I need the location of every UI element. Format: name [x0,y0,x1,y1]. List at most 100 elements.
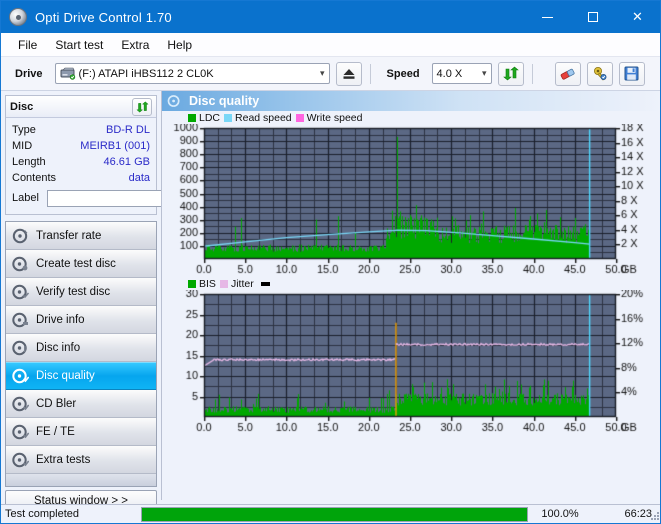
disc-key-length: Length [12,156,46,168]
content-header: Disc quality [162,91,660,111]
sidebar-item-disc-quality[interactable]: Disc quality [6,362,156,390]
sidebar-item-verify-test-disc[interactable]: Verify test disc [6,278,156,306]
sidebar-item-label: Transfer rate [36,229,102,242]
drive-value: (F:) ATAPI iHBS112 2 CL0K [78,67,214,80]
legend-label: Read speed [235,111,292,124]
bis-legend: BIS Jitter [162,277,660,290]
legend-ldc: LDC [188,112,220,124]
save-icon [624,66,639,81]
sidebar-item-cd-bler[interactable]: CD Bler [6,390,156,418]
disc-value-type: BD-R DL [105,124,150,136]
progress-bar [141,506,528,522]
ldc-legend: LDC Read speed Write speed [162,111,660,124]
title-bar: Opti Drive Control 1.70 ✕ [1,1,660,33]
disc-key-contents: Contents [12,172,57,184]
minimize-button[interactable] [525,1,570,33]
speed-label: Speed [386,67,420,80]
menu-bar: File Start test Extra Help [1,33,660,57]
legend-write-speed: Write speed [295,111,363,124]
toolbar-separator [531,63,533,84]
legend-bis: BIS [188,278,216,290]
disc-refresh-button[interactable] [132,97,152,116]
disc-quality-icon [12,368,30,384]
cursor-marker-icon [260,281,270,286]
sidebar-nav: Transfer rate Create test disc Verify te… [5,221,157,487]
disc-value-contents: data [128,172,150,184]
legend-label: Write speed [306,111,363,124]
settings-button[interactable] [586,61,613,86]
status-text: Test completed [5,508,79,520]
disc-row-type: Type BD-R DL [12,122,150,138]
disc-key-mid: MID [12,140,33,152]
speed-select[interactable]: 4.0 X ▾ [431,63,492,84]
sidebar-item-transfer-rate[interactable]: Transfer rate [6,222,156,250]
legend-swatch [224,113,233,122]
menu-extra[interactable]: Extra [112,36,158,54]
disc-panel: Disc Type BD-R DL MID MEIRB1 (001) Lengt… [5,95,251,215]
refresh-icon [502,66,519,81]
nav-filler [6,474,156,486]
drive-info-icon [12,312,29,328]
eject-button[interactable] [335,61,362,86]
close-button[interactable]: ✕ [615,1,660,33]
ldc-plot-area [162,124,660,277]
bis-plot-area [162,290,660,435]
progress-percent: 100.0% [541,508,579,520]
sidebar-item-drive-info[interactable]: Drive info [6,306,156,334]
bis-chart: BIS Jitter [162,277,660,435]
app-window: Opti Drive Control 1.70 ✕ File Start tes… [0,0,661,524]
legend-swatch [188,279,196,288]
drive-icon [60,67,76,80]
disc-row-mid: MID MEIRB1 (001) [12,138,150,154]
menu-start-test[interactable]: Start test [46,36,112,54]
disc-row-length: Length 46.61 GB [12,154,150,170]
erase-icon [560,68,575,80]
window-title: Opti Drive Control 1.70 [35,9,172,25]
refresh-button[interactable] [497,61,524,86]
disc-panel-header: Disc [6,96,156,118]
disc-row-contents: Contents data [12,170,150,186]
legend-jitter: Jitter [219,278,254,290]
disc-burn-icon [12,256,29,272]
disc-label-row: Label [12,187,251,209]
sidebar-item-label: Verify test disc [36,285,111,298]
speed-value: 4.0 X [436,67,463,80]
resize-grip-icon[interactable] [650,511,660,521]
drive-select[interactable]: (F:) ATAPI iHBS112 2 CL0K ▾ [54,63,330,84]
legend-read-speed: Read speed [224,112,292,124]
disc-icon [9,8,27,26]
disc-verify-icon [12,284,30,300]
sidebar-item-create-test-disc[interactable]: Create test disc [6,250,156,278]
legend-label: BIS [199,277,216,290]
toolbar-separator [369,63,371,84]
disc-test-icon [12,228,29,244]
chevron-down-icon: ▾ [320,68,325,78]
sidebar-item-label: Drive info [36,313,85,326]
menu-file[interactable]: File [9,36,46,54]
disc-panel-title: Disc [10,100,34,113]
sidebar-item-label: Disc info [36,341,81,354]
save-button[interactable] [618,61,645,86]
legend-label: LDC [199,111,221,124]
disc-info-icon [12,340,29,356]
sidebar-item-fe-te[interactable]: FE / TE [6,418,156,446]
content-title: Disc quality [189,94,260,108]
left-pane: Disc Type BD-R DL MID MEIRB1 (001) Lengt… [1,91,251,512]
status-bar: Test completed 100.0% 66:23 [1,504,660,523]
disc-quality-icon [167,94,181,108]
settings-icon [593,67,606,81]
ldc-canvas [162,124,660,277]
bis-canvas [162,290,660,435]
sidebar-item-extra-tests[interactable]: Extra tests [6,446,156,474]
sidebar-item-label: FE / TE [36,425,75,438]
erase-button[interactable] [554,61,581,86]
disc-value-mid: MEIRB1 (001) [80,140,150,152]
menu-help[interactable]: Help [158,36,201,54]
maximize-button[interactable] [570,1,615,33]
chevron-down-icon: ▾ [482,68,487,78]
content-pane: Disc quality LDC Read speed Write speed [161,91,660,523]
legend-swatch [295,113,304,122]
sidebar-item-disc-info[interactable]: Disc info [6,334,156,362]
disc-value-length: 46.61 GB [103,156,150,168]
fe-te-icon [12,424,30,440]
